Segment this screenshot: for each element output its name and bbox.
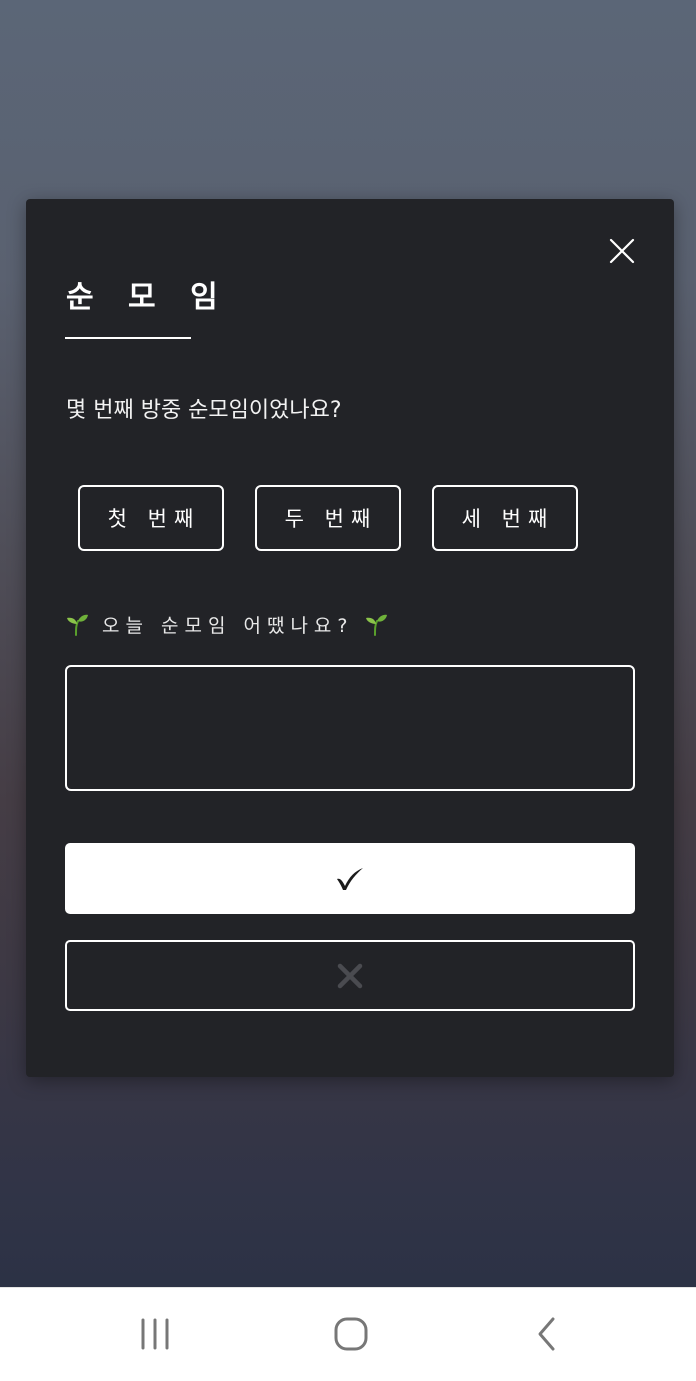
modal-title: 순 모 임 bbox=[66, 280, 230, 315]
home-icon bbox=[334, 1317, 368, 1351]
title-underline bbox=[65, 337, 191, 339]
back-button[interactable] bbox=[526, 1312, 570, 1356]
close-icon bbox=[609, 238, 635, 264]
choice-label: 첫 번째 bbox=[107, 507, 201, 531]
back-icon bbox=[538, 1317, 555, 1351]
home-button[interactable] bbox=[329, 1312, 373, 1356]
confirm-button[interactable] bbox=[65, 843, 635, 914]
checkmark-icon bbox=[337, 867, 363, 890]
question-text: 몇 번째 방중 순모임이었나요? bbox=[66, 398, 342, 423]
feedback-prompt-label: 오늘 순모임 어땠나요? bbox=[102, 614, 354, 637]
cancel-button[interactable] bbox=[65, 940, 635, 1011]
choice-label: 두 번째 bbox=[284, 507, 378, 531]
x-icon bbox=[337, 963, 363, 988]
choice-label: 세 번째 bbox=[461, 507, 555, 531]
close-button[interactable] bbox=[606, 235, 638, 267]
sprout-icon bbox=[366, 614, 388, 636]
choice-third-button[interactable]: 세 번째 bbox=[432, 485, 578, 551]
sprout-icon bbox=[67, 614, 88, 636]
system-navigation-bar bbox=[0, 1287, 696, 1381]
recents-icon bbox=[141, 1318, 169, 1350]
feedback-textarea[interactable] bbox=[65, 665, 635, 791]
recents-button[interactable] bbox=[134, 1312, 178, 1356]
meeting-modal: 순 모 임 몇 번째 방중 순모임이었나요? 첫 번째 두 번째 세 번째 오늘… bbox=[26, 199, 674, 1077]
feedback-prompt: 오늘 순모임 어땠나요? bbox=[64, 609, 389, 639]
choice-second-button[interactable]: 두 번째 bbox=[255, 485, 401, 551]
choice-first-button[interactable]: 첫 번째 bbox=[78, 485, 224, 551]
